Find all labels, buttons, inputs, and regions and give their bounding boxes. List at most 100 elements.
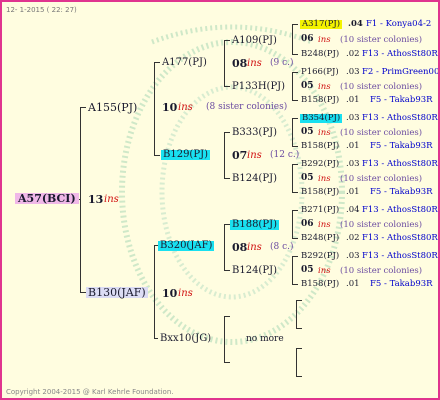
tree-line bbox=[292, 146, 298, 147]
gen3-queen-a109[interactable]: A109(PJ) bbox=[232, 36, 277, 46]
gen4-number: .01 bbox=[346, 279, 360, 289]
gen4-queen[interactable]: B292(PJ) bbox=[301, 252, 339, 261]
gen2-b320-generation: 08 bbox=[232, 241, 248, 254]
gen4-queen[interactable]: B354(PJ) bbox=[300, 114, 343, 123]
gen4-inbreeding: ins bbox=[318, 266, 331, 276]
pedigree-frame: 12- 1-2015 ( 22: 27) A57(BCI) 13 ins A15… bbox=[0, 0, 440, 400]
root-generation: 13 bbox=[88, 193, 104, 206]
tree-line bbox=[224, 178, 230, 179]
gen2-queen-a177[interactable]: A177(PJ) bbox=[162, 58, 207, 68]
gen4-inbreeding: ins bbox=[318, 128, 331, 138]
gen4-generation: 05 bbox=[301, 81, 314, 91]
sire-queen[interactable]: A155(PJ) bbox=[88, 102, 137, 113]
tree-line bbox=[292, 54, 298, 55]
tree-line bbox=[80, 107, 86, 108]
gen3-queen-p133[interactable]: P133H(PJ) bbox=[232, 82, 285, 92]
gen4-inbreeding: ins bbox=[318, 220, 331, 230]
tree-line bbox=[224, 224, 225, 270]
gen4-sister-colonies: (10 sister colonies) bbox=[340, 35, 423, 45]
gen4-sister-colonies: (10 sister colonies) bbox=[340, 266, 423, 276]
tree-line bbox=[292, 192, 298, 193]
gen4-code: F13 - AthosSt80R bbox=[362, 49, 438, 59]
tree-line bbox=[292, 24, 298, 25]
tree-line bbox=[292, 100, 298, 101]
gen4-queen[interactable]: B292(PJ) bbox=[301, 160, 339, 169]
gen2-b320-inbreeding: ins bbox=[247, 242, 262, 253]
timestamp-header: 12- 1-2015 ( 22: 27) bbox=[6, 6, 77, 14]
gen4-queen[interactable]: B158(PJ) bbox=[301, 96, 339, 105]
gen4-code: F2 - PrimGreen00 bbox=[362, 67, 440, 77]
gen4-queen[interactable]: B158(PJ) bbox=[301, 280, 339, 289]
gen4-generation: 06 bbox=[301, 34, 314, 44]
tree-line bbox=[296, 328, 302, 329]
gen2-a177-generation: 08 bbox=[232, 57, 248, 70]
tree-line bbox=[154, 62, 155, 155]
gen4-number: .03 bbox=[346, 251, 360, 261]
tree-line bbox=[296, 348, 302, 349]
gen4-generation: 05 bbox=[301, 127, 314, 137]
dam-queen[interactable]: B130(JAF) bbox=[86, 287, 148, 298]
gen3-queen-b124-2[interactable]: B124(PJ) bbox=[232, 266, 277, 276]
gen4-queen[interactable]: B248(PJ) bbox=[301, 234, 339, 243]
tree-line bbox=[296, 348, 297, 376]
gen2-b320-colonies: (8 c.) bbox=[270, 242, 294, 252]
gen3-queen-b188[interactable]: B188(PJ) bbox=[230, 220, 279, 230]
tree-line bbox=[292, 210, 293, 238]
tree-line bbox=[224, 40, 230, 41]
tree-line bbox=[224, 40, 225, 86]
gen4-number: .02 bbox=[346, 233, 360, 243]
gen4-number: .04 bbox=[348, 19, 363, 29]
tree-line bbox=[292, 164, 298, 165]
gen4-queen[interactable]: A317(PJ) bbox=[300, 20, 343, 29]
gen4-code: F5 - Takab93R bbox=[370, 95, 433, 105]
gen4-queen[interactable]: B158(PJ) bbox=[301, 142, 339, 151]
gen2-queen-bxx10[interactable]: Bxx10(JG) bbox=[160, 334, 211, 344]
tree-line bbox=[224, 316, 225, 362]
gen2-b129-inbreeding: ins bbox=[247, 150, 262, 161]
gen4-sister-colonies: (10 sister colonies) bbox=[340, 128, 423, 138]
gen3-queen-b124[interactable]: B124(PJ) bbox=[232, 174, 277, 184]
gen2-queen-b129[interactable]: B129(PJ) bbox=[161, 150, 210, 160]
gen2-b129-colonies: (12 c.) bbox=[270, 150, 300, 160]
gen4-code: F5 - Takab93R bbox=[370, 187, 433, 197]
gen4-inbreeding: ins bbox=[318, 35, 331, 45]
gen4-sister-colonies: (10 sister colonies) bbox=[340, 174, 423, 184]
gen4-queen[interactable]: B248(PJ) bbox=[301, 50, 339, 59]
root-inbreeding: ins bbox=[104, 194, 119, 205]
gen4-sister-colonies: (10 sister colonies) bbox=[340, 82, 423, 92]
gen4-number: .01 bbox=[346, 95, 360, 105]
gen4-queen[interactable]: P166(PJ) bbox=[301, 68, 339, 77]
gen4-sister-colonies: (10 sister colonies) bbox=[340, 220, 423, 230]
gen4-generation: 05 bbox=[301, 265, 314, 275]
tree-line bbox=[292, 118, 298, 119]
gen4-number: .04 bbox=[346, 205, 360, 215]
tree-line bbox=[154, 338, 158, 339]
sire-sister-colonies: (8 sister colonies) bbox=[206, 102, 288, 112]
gen4-inbreeding: ins bbox=[318, 174, 331, 184]
tree-line bbox=[224, 132, 225, 178]
tree-line bbox=[154, 155, 160, 156]
gen4-queen[interactable]: B271(PJ) bbox=[301, 206, 339, 215]
gen4-queen[interactable]: B158(PJ) bbox=[301, 188, 339, 197]
gen4-code: F13 - AthosSt80R bbox=[362, 233, 438, 243]
gen3-queen-b333[interactable]: B333(PJ) bbox=[232, 128, 277, 138]
gen4-number: .01 bbox=[346, 141, 360, 151]
gen4-generation: 06 bbox=[301, 219, 314, 229]
gen4-code: F1 - Konya04-2 bbox=[366, 19, 432, 29]
root-queen[interactable]: A57(BCI) bbox=[15, 193, 79, 204]
tree-line bbox=[292, 210, 298, 211]
gen4-code: F13 - AthosSt80R bbox=[362, 113, 438, 123]
dam-generation: 10 bbox=[162, 287, 178, 300]
gen2-a177-colonies: (9 c.) bbox=[270, 58, 294, 68]
gen4-generation: 05 bbox=[301, 173, 314, 183]
tree-line bbox=[292, 256, 298, 257]
tree-line bbox=[296, 300, 302, 301]
gen4-code: F5 - Takab93R bbox=[370, 141, 433, 151]
gen4-code: F13 - AthosSt80R bbox=[362, 205, 438, 215]
tree-line bbox=[292, 284, 298, 285]
tree-line bbox=[154, 62, 160, 63]
gen2-queen-b320[interactable]: B320(JAF) bbox=[158, 241, 215, 251]
dam-inbreeding: ins bbox=[178, 288, 193, 299]
gen4-inbreeding: ins bbox=[318, 82, 331, 92]
tree-line bbox=[296, 376, 302, 377]
